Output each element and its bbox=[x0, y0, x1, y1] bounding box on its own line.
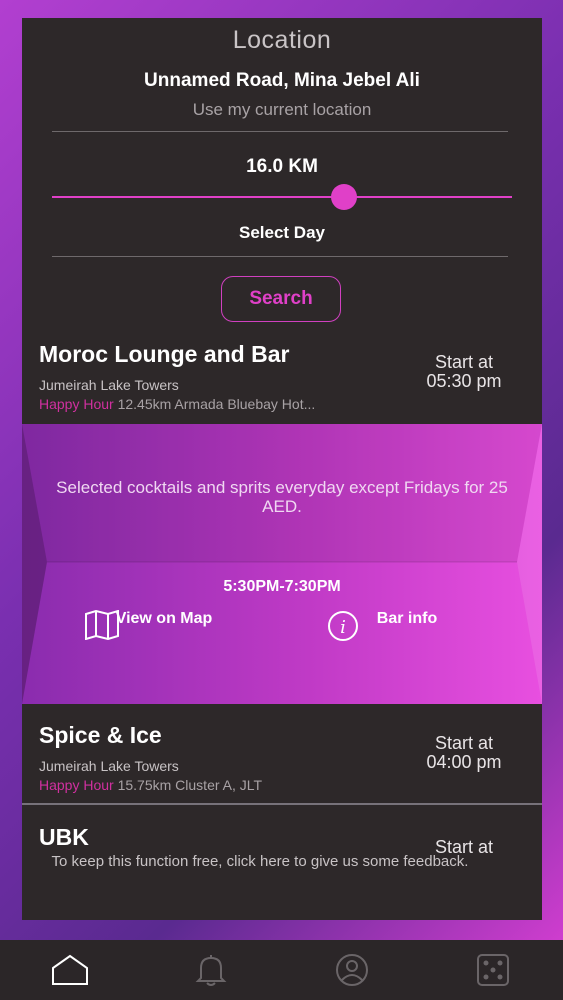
svg-text:i: i bbox=[340, 617, 346, 638]
venue-area: Jumeirah Lake Towers bbox=[39, 758, 179, 774]
deal-card: Selected cocktails and sprits everyday e… bbox=[22, 424, 542, 704]
happy-hour-tag: Happy Hour bbox=[39, 396, 114, 412]
start-time: 05:30 pm bbox=[426, 371, 502, 391]
feedback-link[interactable]: To keep this function free, click here t… bbox=[30, 853, 490, 870]
venue-detail: 15.75km Cluster A, JLT bbox=[113, 777, 263, 793]
venue-name: UBK bbox=[39, 824, 89, 850]
profile-icon bbox=[335, 954, 368, 986]
tab-profile[interactable] bbox=[282, 940, 423, 1000]
venue-detail: 12.45km Armada Bluebay Hot... bbox=[113, 396, 316, 412]
start-label: Start at bbox=[434, 733, 494, 753]
tab-notifications[interactable] bbox=[141, 940, 282, 1000]
home-icon bbox=[52, 954, 89, 985]
divider bbox=[52, 256, 508, 257]
location-title: Location bbox=[232, 26, 332, 54]
dice-icon bbox=[476, 954, 509, 986]
use-current-location-link[interactable]: Use my current location bbox=[22, 100, 542, 120]
main-panel: Location Unnamed Road, Mina Jebel Ali Us… bbox=[22, 18, 542, 920]
map-icon bbox=[85, 610, 119, 640]
location-address[interactable]: Unnamed Road, Mina Jebel Ali bbox=[22, 70, 542, 92]
distance-value: 16.0 KM bbox=[246, 156, 318, 177]
fold-shading bbox=[22, 424, 542, 704]
venue-name: Moroc Lounge and Bar bbox=[39, 341, 290, 367]
search-button[interactable]: Search bbox=[221, 276, 341, 322]
divider bbox=[52, 131, 508, 132]
start-time: 04:00 pm bbox=[426, 752, 502, 772]
venue-start: Start at 04:00 pm bbox=[414, 734, 514, 772]
view-on-map-label: View on Map bbox=[115, 610, 213, 627]
bell-icon bbox=[195, 955, 227, 986]
venue-area: Jumeirah Lake Towers bbox=[39, 377, 179, 393]
select-day-button[interactable]: Select Day bbox=[22, 223, 542, 243]
venue-meta: Happy Hour 15.75km Cluster A, JLT bbox=[39, 777, 399, 793]
distance-slider-track[interactable] bbox=[52, 196, 512, 198]
bar-info-button[interactable]: i Bar info bbox=[327, 610, 487, 641]
venue-item[interactable]: Moroc Lounge and Bar Jumeirah Lake Tower… bbox=[22, 341, 542, 423]
info-icon: i bbox=[328, 611, 358, 641]
happy-hour-tag: Happy Hour bbox=[39, 777, 114, 793]
distance-slider-thumb[interactable] bbox=[331, 184, 357, 210]
start-label: Start at bbox=[434, 352, 494, 372]
venue-item[interactable]: Spice & Ice Jumeirah Lake Towers Happy H… bbox=[22, 722, 542, 804]
venue-meta: Happy Hour 12.45km Armada Bluebay Hot... bbox=[39, 396, 399, 412]
venue-start: Start at 05:30 pm bbox=[414, 353, 514, 391]
bottom-tab-bar bbox=[0, 940, 563, 1000]
venue-name: Spice & Ice bbox=[39, 722, 162, 748]
bar-info-label: Bar info bbox=[376, 610, 438, 627]
deal-description: Selected cocktails and sprits everyday e… bbox=[56, 478, 508, 516]
divider bbox=[22, 803, 542, 805]
view-on-map-button[interactable]: View on Map bbox=[84, 610, 244, 640]
deal-time: 5:30PM-7:30PM bbox=[223, 578, 341, 595]
tab-home[interactable] bbox=[0, 940, 141, 1000]
tab-random[interactable] bbox=[422, 940, 563, 1000]
